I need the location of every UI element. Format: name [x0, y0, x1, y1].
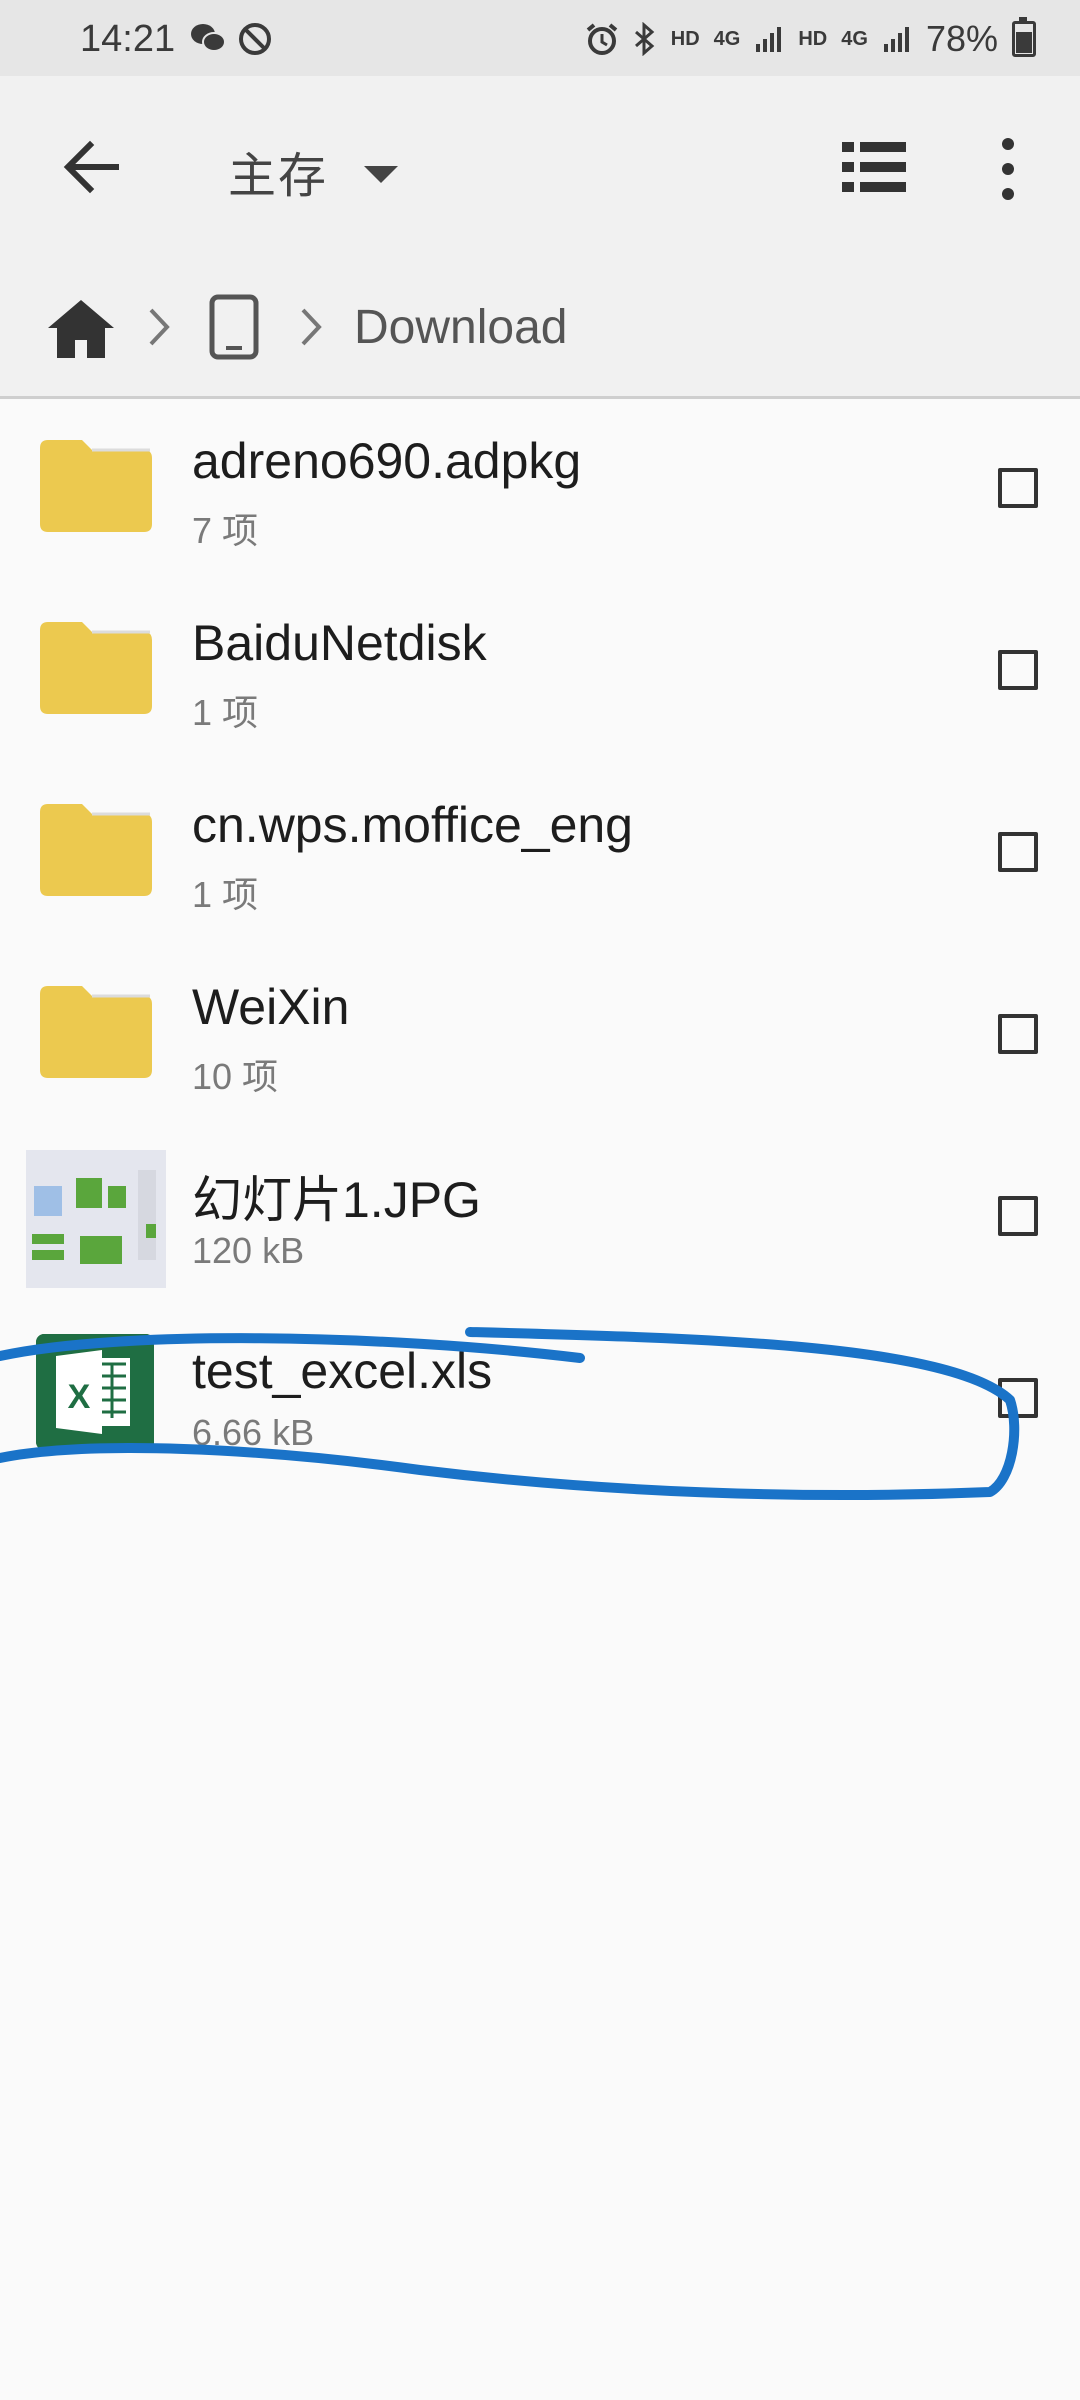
signal-icon — [756, 27, 782, 52]
file-meta: 1 项 — [192, 692, 259, 733]
wechat-icon — [191, 24, 226, 52]
bluetooth-icon — [634, 22, 655, 56]
file-meta: 1 项 — [192, 874, 259, 915]
4g-icon: 4G — [713, 28, 741, 50]
alarm-icon — [586, 23, 618, 55]
folder-icon — [40, 804, 152, 896]
file-meta: 7 项 — [192, 510, 259, 551]
back-arrow-icon[interactable] — [56, 132, 126, 202]
file-list: adreno690.adpkg 7 项 BaiduNetdisk 1 项 cn.… — [0, 398, 1080, 1490]
file-name: 幻灯片1.JPG — [192, 1172, 481, 1228]
file-meta: 120 kB — [192, 1230, 305, 1271]
list-item[interactable]: X test_excel.xls 6.66 kB — [0, 1308, 1080, 1490]
file-meta: 6.66 kB — [192, 1412, 315, 1453]
signal-icon — [883, 27, 909, 52]
select-checkbox[interactable] — [998, 1378, 1038, 1418]
more-vert-icon[interactable] — [996, 134, 1020, 204]
list-item[interactable]: cn.wps.moffice_eng 1 项 — [0, 762, 1080, 944]
4g-icon: 4G — [841, 28, 868, 50]
folder-icon — [40, 622, 152, 714]
file-name: cn.wps.moffice_eng — [192, 797, 633, 853]
hd-icon: HD — [798, 28, 828, 50]
breadcrumb: Download — [0, 258, 1080, 399]
list-item[interactable]: 幻灯片1.JPG 120 kB — [0, 1126, 1080, 1308]
status-bar: 14:21 HD 4G HD 4G 78% — [0, 0, 1080, 76]
list-item[interactable]: adreno690.adpkg 7 项 — [0, 398, 1080, 580]
file-name: WeiXin — [192, 979, 350, 1035]
svg-text:X: X — [68, 1378, 91, 1416]
select-checkbox[interactable] — [998, 832, 1038, 872]
file-meta: 10 项 — [192, 1056, 279, 1097]
battery-icon — [1012, 17, 1036, 57]
app-bar: 主存 — [0, 76, 1080, 258]
file-name: adreno690.adpkg — [192, 433, 582, 489]
file-name: test_excel.xls — [192, 1343, 493, 1399]
storage-selector[interactable]: 主存 — [228, 136, 399, 206]
status-time: 14:21 — [80, 18, 176, 60]
select-checkbox[interactable] — [998, 1196, 1038, 1236]
hd-icon: HD — [670, 28, 700, 50]
image-thumbnail — [26, 1150, 166, 1288]
breadcrumb-current[interactable]: Download — [354, 300, 567, 355]
folder-icon — [40, 986, 152, 1078]
folder-icon — [40, 440, 152, 532]
select-checkbox[interactable] — [998, 1014, 1038, 1054]
select-checkbox[interactable] — [998, 650, 1038, 690]
chevron-right-icon — [149, 308, 170, 346]
blocked-icon — [239, 23, 271, 55]
select-checkbox[interactable] — [998, 468, 1038, 508]
battery-percent: 78% — [925, 18, 998, 59]
list-item[interactable]: BaiduNetdisk 1 项 — [0, 580, 1080, 762]
home-icon[interactable] — [46, 296, 116, 360]
phone-icon[interactable] — [208, 294, 260, 360]
list-item[interactable]: WeiXin 10 项 — [0, 944, 1080, 1126]
list-view-icon[interactable] — [842, 140, 906, 194]
chevron-right-icon — [301, 308, 322, 346]
page-title: 主存 — [228, 150, 329, 203]
file-name: BaiduNetdisk — [192, 615, 487, 671]
excel-file-icon: X — [36, 1334, 154, 1450]
dropdown-caret-icon — [364, 165, 399, 183]
